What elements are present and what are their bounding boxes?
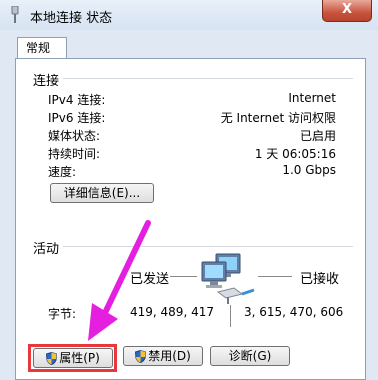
speed-value: 1.0 Gbps [282,163,336,177]
bytes-label: 字节: [48,307,77,321]
ipv6-label: IPv6 连接: [48,111,106,125]
uac-shield-icon [135,350,147,363]
duration-label: 持续时间: [48,147,101,161]
ipv4-value: Internet [288,91,336,105]
window-title: 本地连接 状态 [30,11,113,26]
disable-button[interactable]: 禁用(D) [123,346,203,366]
network-computers-icon [201,253,255,304]
highlight-box [28,344,117,372]
speed-label: 速度: [48,165,77,179]
group-divider [63,78,353,79]
bytes-received-value: 3, 615, 470, 606 [244,305,344,319]
connection-group-title: 连接 [33,74,60,89]
ipv6-value: 无 Internet 访问权限 [220,111,336,125]
sent-line [170,276,197,277]
activity-divider [230,305,231,327]
annotation-arrow [88,220,151,341]
received-label: 已接收 [300,272,340,287]
media-state-value: 已启用 [299,129,336,143]
disable-label: 禁用(D) [148,349,191,363]
ipv4-label: IPv4 连接: [48,93,106,107]
duration-value: 1 天 06:05:16 [254,147,336,161]
title-bar: 本地连接 状态 X [0,0,378,30]
details-button[interactable]: 详细信息(E)... [50,183,154,203]
activity-group-title: 活动 [33,242,60,257]
tab-general[interactable]: 常规 [17,37,67,58]
diagnose-button[interactable]: 诊断(G) [210,346,290,366]
received-line [258,276,292,277]
close-button[interactable]: X [322,0,372,22]
media-state-label: 媒体状态: [48,129,101,143]
network-adapter-icon [11,6,19,23]
